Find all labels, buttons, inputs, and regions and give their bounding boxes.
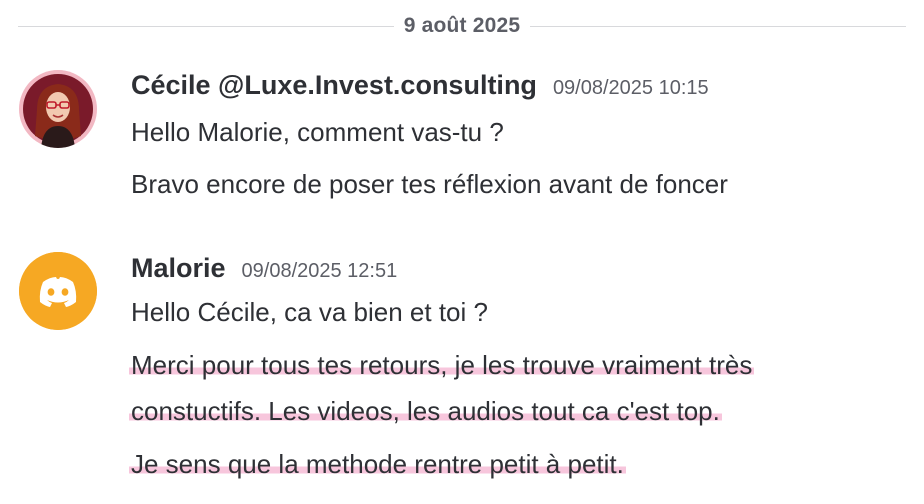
message-header: Cécile @Luxe.Invest.consulting 09/08/202… <box>131 70 709 101</box>
message-line-highlighted: Merci pour tous tes retours, je les trou… <box>129 350 755 380</box>
highlighted-text: Je sens que la methode rentre petit à pe… <box>129 449 626 479</box>
message-timestamp: 09/08/2025 10:15 <box>552 77 709 99</box>
message-line: Bravo encore de poser tes réflexion avan… <box>131 169 728 199</box>
username[interactable]: Malorie <box>131 253 226 284</box>
date-divider: 9 août 2025 <box>18 12 906 40</box>
divider-line-left <box>18 25 394 27</box>
username[interactable]: Cécile @Luxe.Invest.consulting <box>131 70 537 101</box>
discord-logo-icon <box>19 252 97 330</box>
message-timestamp: 09/08/2025 12:51 <box>241 260 398 282</box>
message-line: Hello Malorie, comment vas-tu ? <box>131 117 504 147</box>
user-avatar[interactable] <box>19 70 97 148</box>
user-avatar[interactable] <box>19 252 97 330</box>
highlighted-text: Merci pour tous tes retours, je les trou… <box>129 350 755 380</box>
message-line-highlighted: Je sens que la methode rentre petit à pe… <box>129 449 626 479</box>
highlighted-text: constuctifs. Les videos, les audios tout… <box>129 396 722 426</box>
message-line-highlighted: constuctifs. Les videos, les audios tout… <box>129 396 722 426</box>
divider-line-right <box>530 25 906 27</box>
date-divider-label: 9 août 2025 <box>403 14 521 37</box>
user-photo-avatar-icon <box>19 70 97 148</box>
message-header: Malorie 09/08/2025 12:51 <box>131 253 397 284</box>
message-line: Hello Cécile, ca va bien et toi ? <box>131 297 488 327</box>
